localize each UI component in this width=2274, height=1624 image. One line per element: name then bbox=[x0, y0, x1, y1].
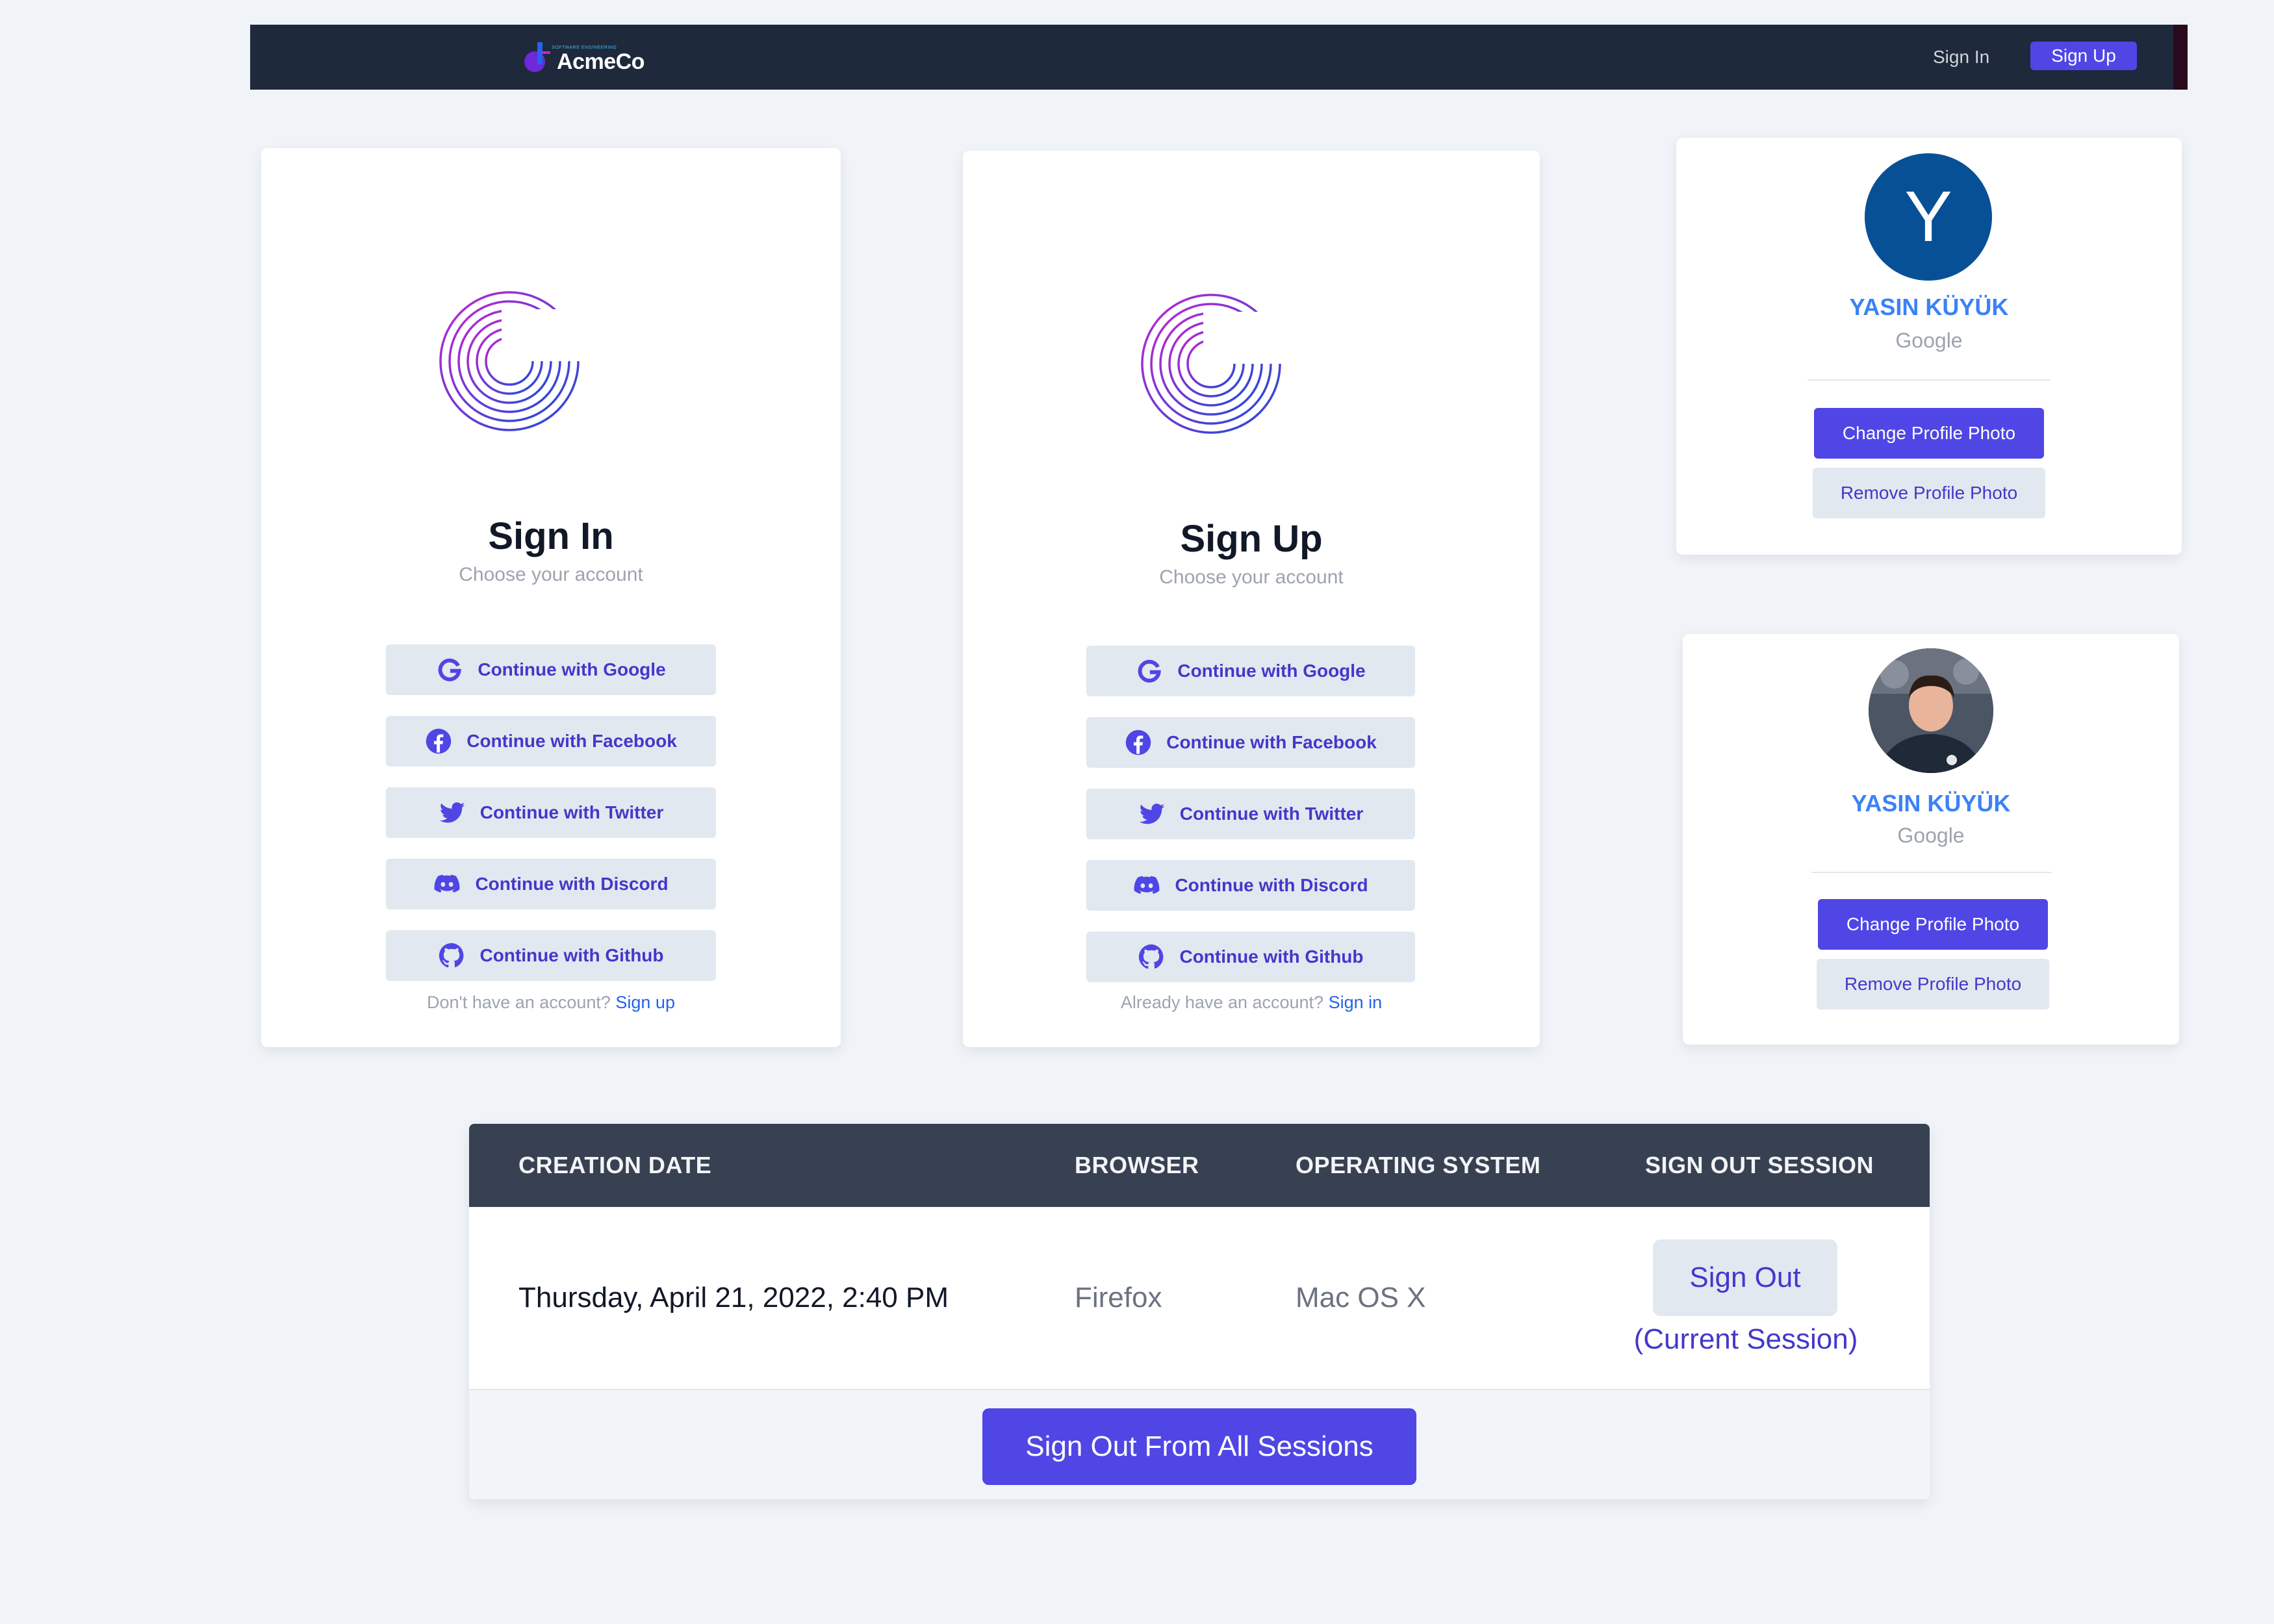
provider-label: Continue with Github bbox=[479, 945, 664, 965]
cell-browser: Firefox bbox=[1075, 1282, 1162, 1313]
person-photo-icon bbox=[1869, 648, 1993, 773]
signup-footer-text: Already have an account? bbox=[1120, 993, 1324, 1012]
signup-google-button[interactable]: Continue with Google bbox=[1086, 646, 1415, 696]
sign-out-all-sessions-button[interactable]: Sign Out From All Sessions bbox=[982, 1408, 1416, 1485]
brand-logo[interactable]: SOFTWARE ENGINEERING AcmeCo bbox=[523, 39, 645, 75]
avatar: Y bbox=[1865, 153, 1992, 281]
signin-twitter-button[interactable]: Continue with Twitter bbox=[386, 787, 716, 838]
provider-label: Continue with Google bbox=[478, 659, 666, 679]
provider-label: Continue with Facebook bbox=[1166, 732, 1377, 752]
sessions-table: CREATION DATE BROWSER OPERATING SYSTEM S… bbox=[469, 1124, 1930, 1499]
column-header-os: OPERATING SYSTEM bbox=[1296, 1152, 1541, 1178]
signin-google-button[interactable]: Continue with Google bbox=[386, 644, 716, 695]
signup-facebook-button[interactable]: Continue with Facebook bbox=[1086, 717, 1415, 768]
twitter-icon bbox=[439, 802, 465, 823]
profile-card: Y YASIN KÜYÜK Google Change Profile Phot… bbox=[1676, 138, 2182, 555]
provider-label: Continue with Github bbox=[1179, 946, 1364, 967]
remove-profile-photo-button[interactable]: Remove Profile Photo bbox=[1817, 959, 2049, 1009]
signin-facebook-button[interactable]: Continue with Facebook bbox=[386, 716, 716, 767]
divider bbox=[1811, 872, 2052, 873]
google-icon bbox=[1138, 659, 1162, 683]
signin-subtitle: Choose your account bbox=[459, 564, 643, 585]
brand-mark-icon bbox=[524, 42, 550, 72]
facebook-icon bbox=[1125, 730, 1151, 755]
remove-profile-photo-button[interactable]: Remove Profile Photo bbox=[1813, 468, 2045, 518]
profile-provider: Google bbox=[1897, 824, 1965, 847]
provider-label: Continue with Discord bbox=[1175, 875, 1368, 895]
provider-label: Continue with Twitter bbox=[1179, 804, 1364, 824]
twitter-icon bbox=[1139, 804, 1164, 824]
provider-label: Continue with Twitter bbox=[479, 802, 664, 822]
cell-os: Mac OS X bbox=[1296, 1282, 1426, 1313]
column-header-creation-date: CREATION DATE bbox=[518, 1152, 712, 1178]
signin-github-button[interactable]: Continue with Github bbox=[386, 930, 716, 981]
app-logo-icon bbox=[1141, 212, 1363, 434]
table-header: CREATION DATE BROWSER OPERATING SYSTEM S… bbox=[469, 1124, 1930, 1207]
signup-link[interactable]: Sign up bbox=[615, 993, 675, 1012]
discord-icon bbox=[435, 874, 460, 893]
signup-subtitle: Choose your account bbox=[1159, 566, 1344, 588]
nav-signup-button[interactable]: Sign Up bbox=[2030, 42, 2137, 70]
column-header-sign-out: SIGN OUT SESSION bbox=[1645, 1152, 1874, 1178]
signup-twitter-button[interactable]: Continue with Twitter bbox=[1086, 789, 1415, 839]
profile-provider: Google bbox=[1895, 329, 1963, 352]
signup-footer: Already have an account? Sign in bbox=[963, 993, 1540, 1013]
signup-title: Sign Up bbox=[1180, 518, 1323, 560]
discord-icon bbox=[1134, 876, 1160, 894]
signup-discord-button[interactable]: Continue with Discord bbox=[1086, 860, 1415, 911]
change-profile-photo-button[interactable]: Change Profile Photo bbox=[1818, 899, 2048, 950]
profile-name: YASIN KÜYÜK bbox=[1849, 294, 2009, 320]
signin-footer-text: Don't have an account? bbox=[427, 993, 611, 1012]
nav-signin-link[interactable]: Sign In bbox=[1920, 42, 2002, 73]
user-photo-avatar bbox=[1869, 648, 1993, 773]
signup-github-button[interactable]: Continue with Github bbox=[1086, 932, 1415, 982]
signin-footer: Don't have an account? Sign up bbox=[261, 993, 841, 1013]
signin-discord-button[interactable]: Continue with Discord bbox=[386, 859, 716, 909]
change-profile-photo-button[interactable]: Change Profile Photo bbox=[1814, 408, 2044, 459]
sign-out-button[interactable]: Sign Out bbox=[1653, 1239, 1837, 1316]
signin-link[interactable]: Sign in bbox=[1329, 993, 1383, 1012]
facebook-icon bbox=[426, 728, 452, 754]
top-navbar: SOFTWARE ENGINEERING AcmeCo Sign In Sign… bbox=[250, 25, 2188, 90]
provider-label: Continue with Facebook bbox=[466, 731, 677, 751]
app-logo-icon bbox=[439, 209, 661, 431]
google-icon bbox=[438, 658, 462, 681]
cell-creation-date: Thursday, April 21, 2022, 2:40 PM bbox=[518, 1282, 949, 1313]
brand-name: AcmeCo bbox=[557, 49, 645, 74]
github-icon bbox=[439, 943, 464, 968]
profile-name: YASIN KÜYÜK bbox=[1851, 790, 2011, 817]
current-session-label: (Current Session) bbox=[1633, 1323, 1858, 1355]
provider-label: Continue with Discord bbox=[475, 874, 669, 894]
signin-title: Sign In bbox=[488, 515, 614, 557]
column-header-browser: BROWSER bbox=[1075, 1152, 1199, 1178]
github-icon bbox=[1139, 944, 1164, 969]
profile-card: YASIN KÜYÜK Google Change Profile Photo … bbox=[1683, 634, 2179, 1045]
table-footer: Sign Out From All Sessions bbox=[469, 1389, 1930, 1499]
signin-card: Sign In Choose your account Continue wit… bbox=[261, 148, 841, 1047]
brand-tagline: SOFTWARE ENGINEERING bbox=[552, 45, 617, 50]
divider bbox=[1808, 379, 2050, 381]
provider-label: Continue with Google bbox=[1177, 661, 1366, 681]
signup-card: Sign Up Choose your account Continue wit… bbox=[963, 151, 1540, 1047]
